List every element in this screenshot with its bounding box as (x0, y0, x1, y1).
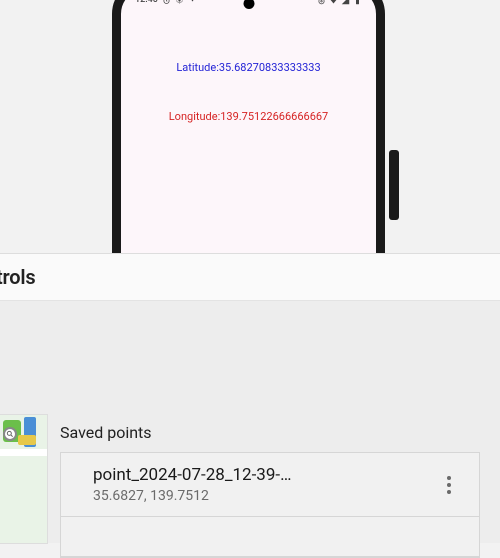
saved-point-coords: 35.6827, 139.7512 (93, 488, 435, 504)
saved-point-name: point_2024-07-28_12-39-… (93, 465, 403, 485)
saved-points-header: Saved points (60, 423, 490, 442)
map-thumbnail[interactable]: nyoji 神田明 (0, 414, 48, 544)
settings-status-icon (175, 0, 184, 5)
saved-point-row-empty (61, 517, 479, 557)
saved-point-row[interactable]: point_2024-07-28_12-39-… 35.6827, 139.75… (61, 453, 479, 517)
dot-icon (188, 0, 197, 5)
controls-panel: trols nyoji 神田明 Saved points point_2024-… (0, 253, 500, 543)
map-search-icon (3, 427, 17, 441)
panel-title: trols (0, 265, 35, 289)
battery-icon (353, 0, 362, 5)
latitude-readout: Latitude:35.68270833333333 (121, 61, 376, 74)
longitude-readout: Longitude:139.75122666666667 (121, 110, 376, 123)
row-menu-button[interactable] (435, 471, 463, 499)
phone-app-content: Latitude:35.68270833333333 Longitude:139… (121, 11, 376, 123)
cellular-icon (341, 0, 350, 5)
alarm-icon (162, 0, 171, 5)
status-time: 12:40 (135, 0, 158, 5)
saved-points-list: point_2024-07-28_12-39-… 35.6827, 139.75… (60, 452, 480, 558)
location-status-icon (317, 0, 326, 5)
wifi-icon (329, 0, 338, 5)
phone-side-button (389, 150, 399, 220)
